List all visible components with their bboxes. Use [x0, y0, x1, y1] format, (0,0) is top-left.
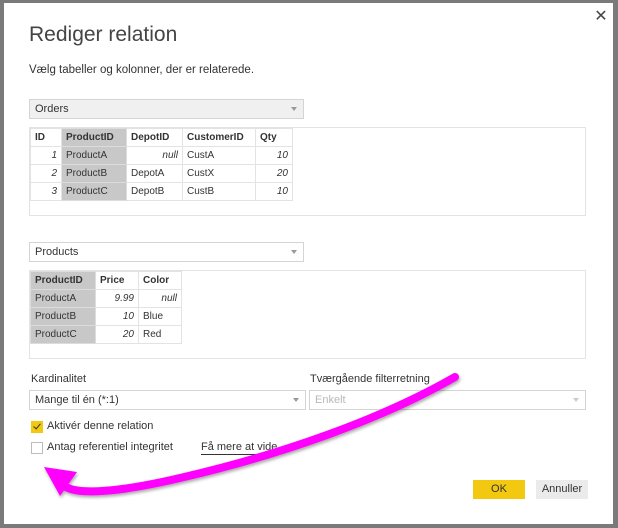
filter-direction-value: Enkelt: [315, 394, 346, 406]
cardinality-value: Mange til én (*:1): [35, 394, 119, 406]
table2-select[interactable]: Products: [29, 242, 304, 262]
cell: 9.99: [95, 289, 139, 308]
cell: CustB: [182, 182, 256, 201]
cell: 2: [30, 164, 62, 183]
cell: 20: [95, 325, 139, 344]
table1-select-value: Orders: [35, 103, 69, 115]
dialog-title: Rediger relation: [29, 23, 178, 46]
cell: 20: [255, 164, 293, 183]
column-header[interactable]: Qty: [255, 128, 293, 147]
column-header-selected[interactable]: ProductID: [30, 271, 96, 290]
cell: ProductA: [30, 289, 96, 308]
table-row: ProductA 9.99 null: [30, 289, 182, 308]
table-row: ProductC 20 Red: [30, 325, 182, 344]
table-row: ProductB 10 Blue: [30, 307, 182, 326]
cardinality-select[interactable]: Mange til én (*:1): [29, 390, 306, 410]
table1-preview: ID ProductID DepotID CustomerID Qty 1 Pr…: [29, 127, 586, 216]
cell: DepotA: [126, 164, 183, 183]
cell: 10: [255, 182, 293, 201]
cell: CustA: [182, 146, 256, 165]
cardinality-label: Kardinalitet: [31, 373, 87, 385]
table2-grid: ProductID Price Color ProductA 9.99 null…: [30, 271, 182, 344]
chevron-down-icon: [291, 107, 297, 111]
cell: null: [126, 146, 183, 165]
table-row: 1 ProductA null CustA 10: [30, 146, 293, 165]
chevron-down-icon: [291, 250, 297, 254]
cell: null: [138, 289, 182, 308]
column-header[interactable]: DepotID: [126, 128, 183, 147]
cell: ProductC: [61, 182, 127, 201]
table-row: 3 ProductC DepotB CustB 10: [30, 182, 293, 201]
column-header[interactable]: Color: [138, 271, 182, 290]
table1-grid: ID ProductID DepotID CustomerID Qty 1 Pr…: [30, 128, 293, 201]
chevron-down-icon: [573, 398, 579, 402]
cell: DepotB: [126, 182, 183, 201]
cell: ProductA: [61, 146, 127, 165]
activate-relationship-label[interactable]: Aktivér denne relation: [47, 420, 153, 432]
cell: 3: [30, 182, 62, 201]
table2-preview: ProductID Price Color ProductA 9.99 null…: [29, 270, 586, 359]
table1-header-row: ID ProductID DepotID CustomerID Qty: [30, 128, 293, 147]
edit-relationship-dialog: ✕ Rediger relation Vælg tabeller og kolo…: [4, 3, 613, 524]
close-icon[interactable]: ✕: [593, 9, 609, 25]
ok-button[interactable]: OK: [473, 480, 525, 499]
table2-header-row: ProductID Price Color: [30, 271, 182, 290]
activate-relationship-checkbox[interactable]: [31, 421, 43, 433]
table-row: 2 ProductB DepotA CustX 20: [30, 164, 293, 183]
cell: CustX: [182, 164, 256, 183]
cell: ProductB: [30, 307, 96, 326]
referential-integrity-label[interactable]: Antag referentiel integritet: [47, 441, 173, 453]
cell: Red: [138, 325, 182, 344]
cell: ProductB: [61, 164, 127, 183]
column-header[interactable]: CustomerID: [182, 128, 256, 147]
cell: ProductC: [30, 325, 96, 344]
learn-more-link[interactable]: Få mere at vide: [201, 441, 278, 455]
cell: Blue: [138, 307, 182, 326]
cell: 10: [255, 146, 293, 165]
cell: 1: [30, 146, 62, 165]
referential-integrity-checkbox[interactable]: [31, 442, 43, 454]
table1-select[interactable]: Orders: [29, 99, 304, 119]
chevron-down-icon: [293, 398, 299, 402]
column-header-selected[interactable]: ProductID: [61, 128, 127, 147]
dialog-subtitle: Vælg tabeller og kolonner, der er relate…: [29, 64, 255, 76]
column-header[interactable]: ID: [30, 128, 62, 147]
column-header[interactable]: Price: [95, 271, 139, 290]
table2-select-value: Products: [35, 246, 79, 258]
cell: 10: [95, 307, 139, 326]
filter-direction-label: Tværgående filterretning: [310, 373, 430, 385]
filter-direction-select[interactable]: Enkelt: [309, 390, 586, 410]
cancel-button[interactable]: Annuller: [536, 480, 588, 499]
